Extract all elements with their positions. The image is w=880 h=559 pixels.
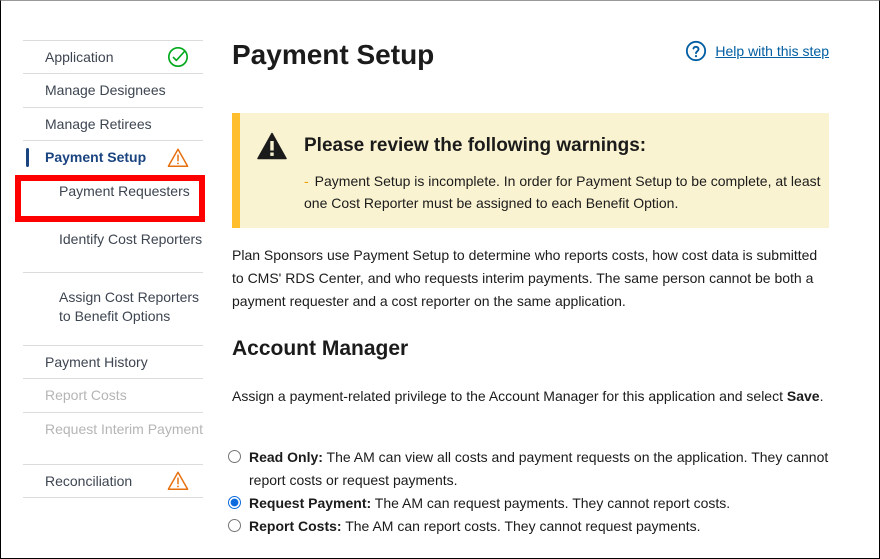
main-content: Payment Setup Help with this step Please… (228, 37, 829, 534)
sidebar-item-label: Report Costs (45, 387, 127, 403)
save-emphasis: Save (786, 388, 820, 404)
warning-title: Please review the following warnings: (304, 135, 647, 156)
radio-description: The AM can request payments. They cannot… (374, 495, 731, 511)
assign-instruction-end: . (819, 388, 824, 404)
warning-icon (167, 471, 189, 490)
intro-text: Plan Sponsors use Payment Setup to deter… (232, 247, 818, 309)
sidebar-item-label: Identify Cost Reporters (59, 231, 203, 247)
sidebar-item-label: Payment Setup (45, 149, 147, 165)
privilege-radio-group: Read Only: The AM can view all costs and… (228, 446, 829, 538)
sidebar-item-label: Request Interim Payment (45, 421, 203, 437)
radio-option-request-payment[interactable]: Request Payment: The AM can request paym… (228, 492, 829, 515)
radio-option-read-only[interactable]: Read Only: The AM can view all costs and… (228, 446, 829, 492)
sidebar-item-reconciliation[interactable]: Reconciliation (23, 464, 203, 498)
radio-label: Request Payment: (249, 495, 372, 511)
sidebar-item-payment-setup[interactable]: Payment Setup (23, 140, 203, 174)
help-link[interactable]: Help with this step (685, 40, 829, 62)
question-circle-icon (686, 40, 707, 62)
warning-triangle-icon (257, 132, 287, 160)
sidebar-item-label: Payment History (45, 354, 148, 370)
warning-icon (167, 148, 189, 167)
radio-report-costs[interactable] (228, 519, 241, 532)
sidebar-item-application[interactable]: Application (23, 40, 203, 73)
assign-instruction: Assign a payment-related privilege to th… (232, 385, 829, 408)
sidebar-item-label: Reconciliation (45, 473, 133, 489)
radio-label: Report Costs: (249, 518, 342, 534)
help-link-label[interactable]: Help with this step (715, 43, 829, 59)
radio-request-payment[interactable] (228, 496, 241, 509)
sidebar-item-label: Application (45, 49, 114, 65)
window-frame: Application Manage Designees Manage Reti… (0, 0, 880, 559)
sidebar-item-manage-designees[interactable]: Manage Designees (23, 73, 203, 107)
radio-description: The AM can report costs. They cannot req… (345, 518, 701, 534)
highlight-box (15, 175, 205, 222)
sidebar-item-request-interim-payment: Request Interim Payment (23, 412, 203, 464)
assign-instruction-text: Assign a payment-related privilege to th… (232, 388, 783, 404)
check-circle-icon (168, 47, 188, 67)
sidebar-item-label: Manage Retirees (45, 116, 152, 132)
sidebar-item-payment-history[interactable]: Payment History (23, 345, 203, 378)
sidebar-item-label: Assign Cost Reporters to Benefit Options (59, 289, 200, 324)
radio-read-only[interactable] (228, 450, 241, 463)
radio-label: Read Only: (249, 449, 323, 465)
radio-option-report-costs[interactable]: Report Costs: The AM can report costs. T… (228, 515, 829, 538)
sidebar-item-label: Manage Designees (45, 82, 166, 98)
warning-message-text: Payment Setup is incomplete. In order fo… (304, 173, 821, 211)
warning-message: - Payment Setup is incomplete. In order f… (304, 170, 824, 214)
sidebar-item-identify-cost-reporters[interactable]: Identify Cost Reporters (23, 219, 203, 272)
sidebar-item-assign-cost-reporters[interactable]: Assign Cost Reporters to Benefit Options (23, 272, 203, 345)
radio-description: The AM can view all costs and payment re… (249, 449, 829, 488)
section-title-account-manager: Account Manager (232, 337, 409, 360)
sidebar-item-report-costs: Report Costs (23, 378, 203, 412)
sidebar-item-manage-retirees[interactable]: Manage Retirees (23, 107, 203, 140)
warning-dash: - (304, 173, 309, 189)
warning-alert: Please review the following warnings: -P… (232, 113, 829, 228)
sidebar-nav: Application Manage Designees Manage Reti… (23, 40, 203, 498)
